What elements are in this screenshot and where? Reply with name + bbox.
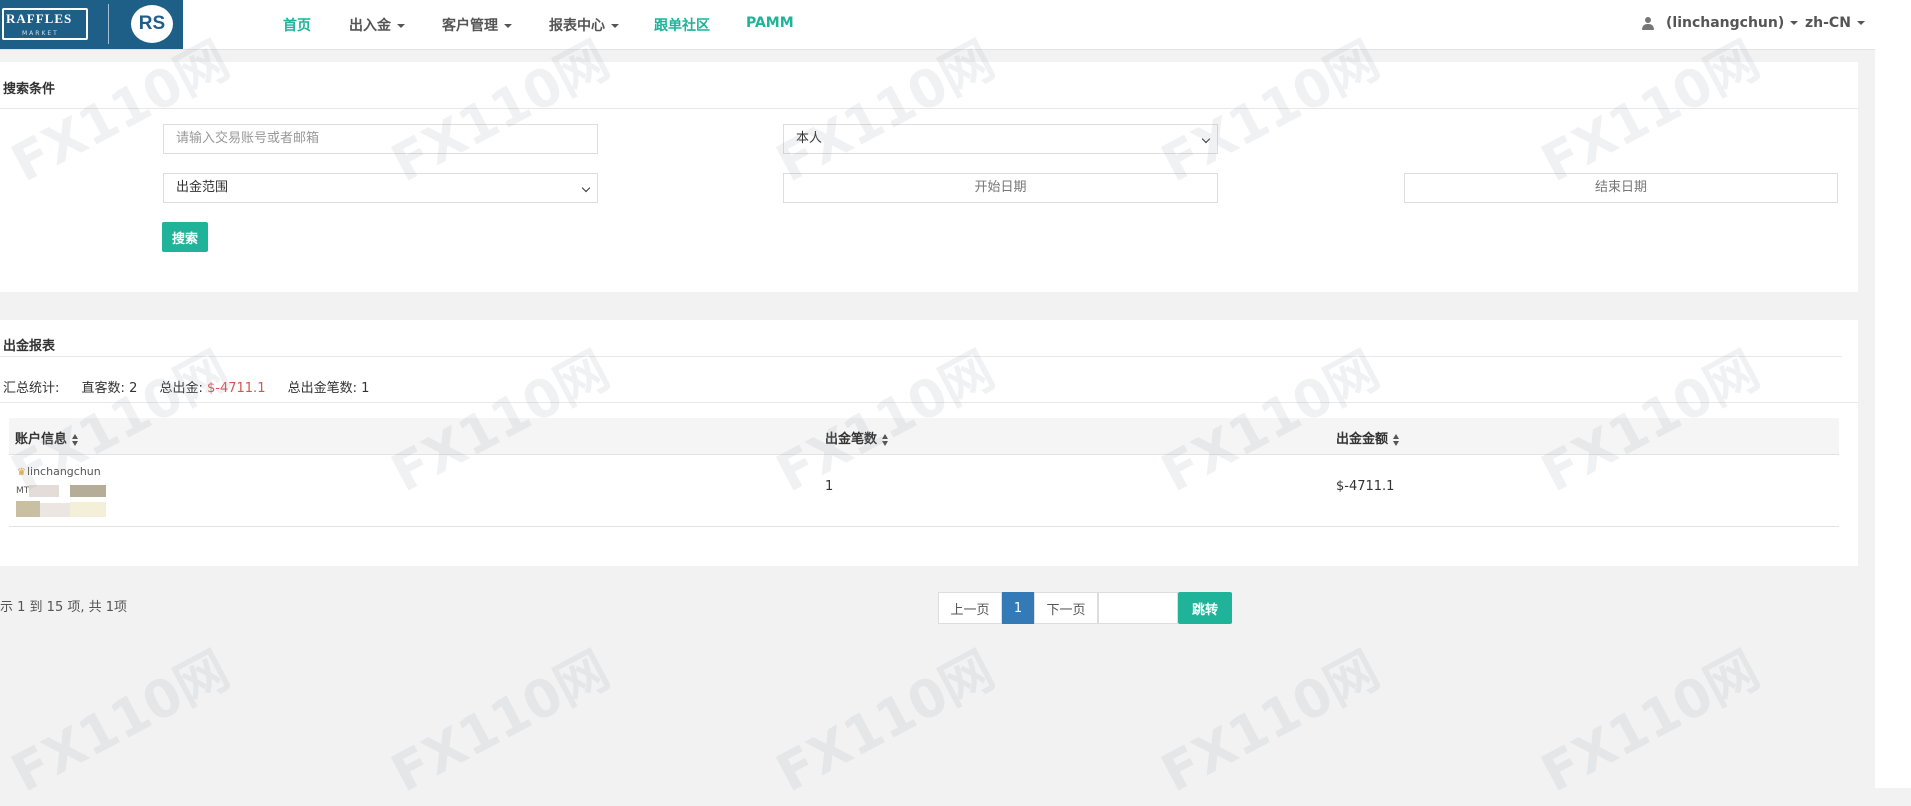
withdrawal-range-select[interactable]: 出金范围 [163,173,598,203]
chevron-down-icon [581,183,591,193]
column-header-count-label: 出金笔数 [825,432,878,447]
page-1-button[interactable]: 1 [1002,592,1034,624]
nav-report-center[interactable]: 报表中心 [549,15,619,35]
prev-page-button[interactable]: 上一页 [938,592,1002,624]
watermark: FX110网 [1152,640,1390,805]
chevron-down-icon [1856,21,1865,25]
direct-clients-value: 2 [129,381,138,396]
logo-text: RAFFLES [6,11,73,26]
watermark: FX110网 [2,640,240,805]
redacted-block [40,503,70,517]
top-navbar: RAFFLES MARKET RS 首页 出入金 客户管理 报表中心 跟单社区 … [0,0,1875,50]
page-scrollbar[interactable] [1875,0,1911,788]
user-menu[interactable]: (linchangchun) [1666,15,1799,31]
account-name[interactable]: ♛linchangchun [17,465,101,478]
report-panel-title: 出金报表 [3,339,56,354]
column-header-account[interactable]: 账户信息 [15,428,79,447]
table-row: ♛linchangchun MT 1 $-4711.1 [9,455,1839,527]
end-date-input[interactable]: 结束日期 [1404,173,1838,203]
redacted-block [70,502,106,517]
search-panel-title: 搜索条件 [3,82,56,97]
watermark: FX110网 [767,640,1005,805]
chevron-down-icon [397,24,405,28]
direct-clients-stat: 直客数: 2 [82,381,138,396]
search-panel-divider [0,108,1858,109]
watermark: FX110网 [382,640,620,805]
start-date-input[interactable]: 开始日期 [783,173,1218,203]
redacted-block [70,485,106,497]
summary-divider [0,402,1858,403]
search-button[interactable]: 搜索 [162,222,208,252]
column-header-amount[interactable]: 出金金额 [1336,428,1400,447]
redacted-block [16,501,40,517]
account-prefix: MT [16,486,30,496]
sort-icon [1393,433,1400,446]
chevron-down-icon [504,24,512,28]
nav-deposit-withdraw[interactable]: 出入金 [349,15,405,35]
summary-label: 汇总统计: [3,381,60,396]
account-name-text: linchangchun [26,465,101,478]
total-withdrawal-value: $-4711.1 [207,381,266,396]
chevron-down-icon [1790,21,1799,25]
logo-subtext: MARKET [22,30,59,37]
withdrawal-count-label: 总出金笔数: [287,381,357,396]
language-label: zh-CN [1805,15,1851,31]
direct-clients-label: 直客数: [81,381,125,396]
chevron-down-icon [611,24,619,28]
scope-select[interactable]: 本人 [783,124,1218,154]
column-header-count[interactable]: 出金笔数 [825,428,889,447]
nav-pamm[interactable]: PAMM [746,15,794,31]
user-name: (linchangchun) [1666,15,1785,31]
language-menu[interactable]: zh-CN [1805,15,1865,31]
report-summary: 汇总统计: 直客数: 2 总出金: $-4711.1 总出金笔数: 1 [3,377,387,396]
scope-select-value: 本人 [796,131,823,146]
nav-copy-trading[interactable]: 跟单社区 [654,15,710,35]
sort-icon [882,433,889,446]
sort-icon [72,433,79,446]
search-panel: 搜索条件 请输入交易账号或者邮箱 本人 出金范围 开始日期 结束日期 搜索 [0,62,1858,292]
page-jump-input[interactable] [1098,592,1178,624]
chevron-down-icon [1201,134,1211,144]
nav-home[interactable]: 首页 [283,15,311,35]
nav-client-management[interactable]: 客户管理 [442,15,512,35]
account-search-input[interactable]: 请输入交易账号或者邮箱 [163,124,598,154]
logo-divider [108,4,109,44]
redacted-block [29,485,59,497]
withdrawal-amount-cell: $-4711.1 [1336,479,1395,494]
jump-button[interactable]: 跳转 [1178,592,1232,624]
withdrawal-range-value: 出金范围 [176,180,229,195]
watermark: FX110网 [1532,640,1770,805]
brand-logo[interactable]: RAFFLES MARKET RS [0,0,183,49]
table-header: 账户信息 出金笔数 出金金额 [9,418,1839,455]
user-icon [1642,17,1654,30]
column-header-amount-label: 出金金额 [1336,432,1389,447]
next-page-button[interactable]: 下一页 [1034,592,1098,624]
total-withdrawal-stat: 总出金: $-4711.1 [159,381,265,396]
nav-client-management-label: 客户管理 [442,18,498,34]
total-withdrawal-label: 总出金: [159,381,203,396]
nav-deposit-withdraw-label: 出入金 [349,18,391,34]
vip-crown-icon: ♛ [17,467,26,478]
withdrawal-count-stat: 总出金笔数: 1 [288,381,370,396]
nav-report-center-label: 报表中心 [549,18,605,34]
column-header-account-label: 账户信息 [15,432,68,447]
report-title-divider [0,356,1842,357]
rs-logo-icon: RS [131,5,173,43]
withdrawal-count-cell: 1 [825,479,834,494]
withdrawal-count-value: 1 [361,381,370,396]
pagination-info: 示 1 到 15 项, 共 1项 [0,600,128,615]
